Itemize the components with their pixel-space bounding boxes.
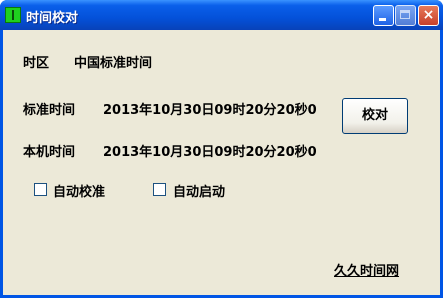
standard-time-value: 2013年10月30日09时20分20秒0 xyxy=(103,103,317,118)
local-time-value: 2013年10月30日09时20分20秒0 xyxy=(103,145,317,160)
auto-start-checkbox[interactable] xyxy=(153,183,166,196)
website-link[interactable]: 久久时间网 xyxy=(334,260,399,279)
local-time-label: 本机时间 xyxy=(23,145,76,160)
timezone-label: 时区 xyxy=(23,56,50,71)
auto-calibrate-label[interactable]: 自动校准 xyxy=(53,181,105,200)
minimize-button[interactable] xyxy=(373,5,394,26)
close-icon: × xyxy=(422,7,435,23)
standard-time-label: 标准时间 xyxy=(23,103,76,118)
auto-start-label[interactable]: 自动启动 xyxy=(173,181,225,200)
calibrate-button[interactable]: 校对 xyxy=(342,98,408,134)
title-bar[interactable]: 时间校对 × xyxy=(0,0,443,30)
window-title: 时间校对 xyxy=(26,11,79,26)
maximize-button[interactable] xyxy=(395,5,416,26)
timezone-value: 中国标准时间 xyxy=(74,56,153,71)
client-area: 时区 中国标准时间 标准时间 2013年10月30日09时20分20秒0 校对 … xyxy=(3,30,440,295)
auto-calibrate-checkbox[interactable] xyxy=(34,183,47,196)
close-button[interactable]: × xyxy=(418,5,439,26)
app-icon xyxy=(5,7,21,23)
app-window: 时间校对 × 时区 中国标准时间 标准时间 2013年10月30日09时20分2… xyxy=(0,0,443,298)
